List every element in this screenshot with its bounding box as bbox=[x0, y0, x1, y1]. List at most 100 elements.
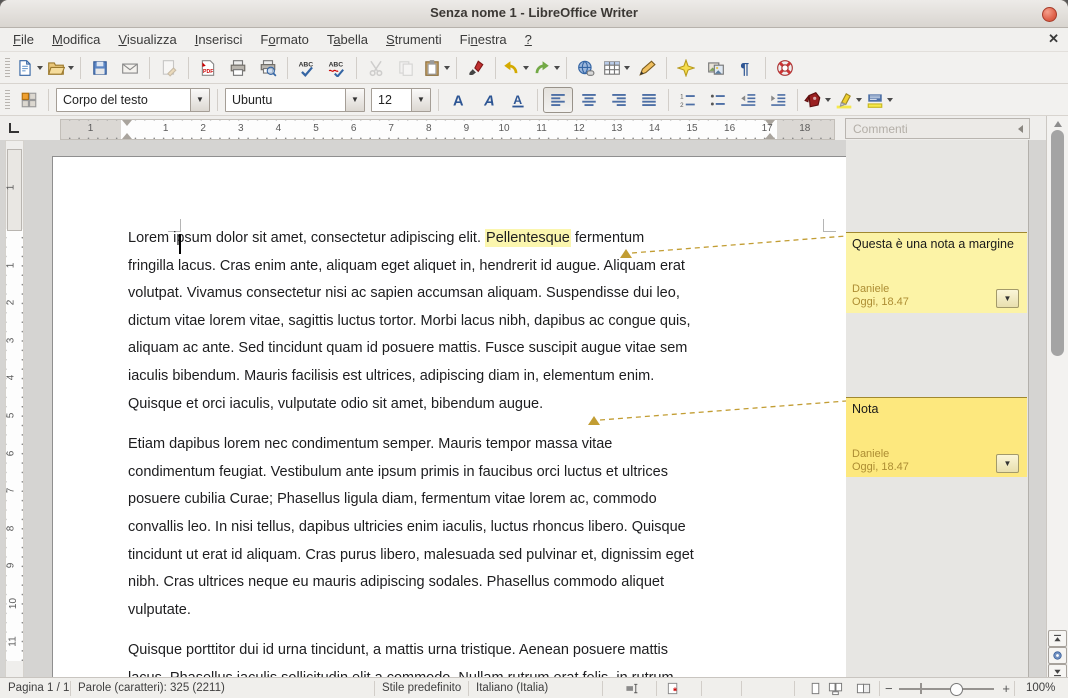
comment-menu-button[interactable]: ▼ bbox=[996, 289, 1019, 308]
multi-page-view-icon[interactable] bbox=[828, 681, 843, 696]
page-style-status[interactable]: Stile predefinito bbox=[382, 682, 461, 694]
left-indent-marker[interactable] bbox=[122, 120, 133, 139]
navigator-button[interactable] bbox=[672, 56, 700, 80]
menu-file[interactable]: File bbox=[4, 28, 43, 51]
insert-mode-icon[interactable] bbox=[625, 681, 640, 696]
combo-dropdown-icon[interactable]: ▼ bbox=[345, 89, 364, 111]
dropdown-arrow-icon[interactable] bbox=[554, 66, 560, 70]
paragraph-style-value[interactable]: Corpo del testo bbox=[57, 93, 190, 107]
help-button[interactable] bbox=[771, 56, 799, 80]
word-count-status[interactable]: Parole (caratteri): 325 (2211) bbox=[78, 682, 225, 694]
dropdown-arrow-icon[interactable] bbox=[825, 98, 831, 102]
previous-page-button[interactable] bbox=[1048, 630, 1067, 647]
page-count-status[interactable]: Pagina 1 / 1 bbox=[8, 682, 69, 694]
undo-button[interactable] bbox=[501, 56, 530, 80]
zoom-out-icon[interactable]: − bbox=[885, 681, 893, 696]
dropdown-arrow-icon[interactable] bbox=[37, 66, 43, 70]
highlighting-button[interactable] bbox=[834, 88, 863, 112]
hyperlink-button[interactable] bbox=[572, 56, 600, 80]
vertical-ruler[interactable]: 11234567891011 bbox=[5, 140, 24, 677]
font-color-button[interactable] bbox=[803, 88, 832, 112]
navigation-button[interactable] bbox=[1048, 647, 1067, 664]
draw-functions-button[interactable] bbox=[633, 56, 661, 80]
margin-comment[interactable]: Questa è una nota a margineDanieleOggi, … bbox=[846, 232, 1027, 313]
paragraph-style-combo[interactable]: Corpo del testo ▼ bbox=[56, 88, 210, 112]
language-status[interactable]: Italiano (Italia) bbox=[476, 682, 548, 694]
zoom-percent-status[interactable]: 100% bbox=[1026, 682, 1055, 694]
combo-dropdown-icon[interactable]: ▼ bbox=[411, 89, 430, 111]
menu-finestra[interactable]: Finestra bbox=[451, 28, 516, 51]
dropdown-arrow-icon[interactable] bbox=[856, 98, 862, 102]
font-size-combo[interactable]: 12 ▼ bbox=[371, 88, 431, 112]
comment-menu-button[interactable]: ▼ bbox=[996, 454, 1019, 473]
print-button[interactable] bbox=[224, 56, 252, 80]
close-window-icon[interactable] bbox=[1042, 7, 1057, 22]
numbered-list-button[interactable]: 12 bbox=[674, 88, 702, 112]
close-document-icon[interactable]: ✕ bbox=[1048, 31, 1059, 47]
align-left-button[interactable] bbox=[543, 87, 573, 113]
paragraph-background-button[interactable] bbox=[865, 88, 894, 112]
font-name-combo[interactable]: Ubuntu ▼ bbox=[225, 88, 365, 112]
zoom-slider[interactable]: − + bbox=[885, 678, 1010, 698]
dropdown-arrow-icon[interactable] bbox=[444, 66, 450, 70]
align-right-button[interactable] bbox=[605, 88, 633, 112]
menu-inserisci[interactable]: Inserisci bbox=[186, 28, 252, 51]
font-name-value[interactable]: Ubuntu bbox=[226, 93, 345, 107]
dropdown-arrow-icon[interactable] bbox=[624, 66, 630, 70]
underline-button[interactable]: A bbox=[504, 88, 532, 112]
export-pdf-button[interactable]: PDF bbox=[194, 56, 222, 80]
margin-comment[interactable]: NotaDanieleOggi, 18.47▼ bbox=[846, 397, 1027, 477]
scrollbar-thumb[interactable] bbox=[1051, 130, 1064, 356]
tab-stop-selector[interactable] bbox=[6, 120, 21, 135]
vertical-scrollbar[interactable] bbox=[1046, 116, 1068, 677]
save-button[interactable] bbox=[86, 56, 114, 80]
menu-visualizza[interactable]: Visualizza bbox=[109, 28, 185, 51]
zoom-track[interactable] bbox=[899, 688, 994, 690]
collapse-comments-icon[interactable] bbox=[1018, 125, 1023, 133]
menu-tabella[interactable]: Tabella bbox=[318, 28, 377, 51]
scroll-up-icon[interactable] bbox=[1054, 121, 1062, 127]
justify-button[interactable] bbox=[635, 88, 663, 112]
single-page-view-icon[interactable] bbox=[808, 681, 823, 696]
document-modified-icon[interactable]: * bbox=[666, 681, 681, 696]
title-bar[interactable]: Senza nome 1 - LibreOffice Writer bbox=[0, 0, 1068, 28]
comments-ruler-button[interactable]: Commenti bbox=[845, 118, 1030, 139]
decrease-indent-button[interactable] bbox=[734, 88, 762, 112]
menu-formato[interactable]: Formato bbox=[251, 28, 317, 51]
document-page[interactable]: Lorem ipsum dolor sit amet, consectetur … bbox=[52, 156, 847, 677]
formatting-marks-button[interactable]: ¶ bbox=[732, 56, 760, 80]
gallery-button[interactable] bbox=[702, 56, 730, 80]
open-button[interactable] bbox=[46, 56, 75, 80]
align-center-button[interactable] bbox=[575, 88, 603, 112]
redo-button[interactable] bbox=[532, 56, 561, 80]
book-view-icon[interactable] bbox=[856, 681, 871, 696]
toolbar-grip[interactable] bbox=[5, 90, 10, 110]
dropdown-arrow-icon[interactable] bbox=[68, 66, 74, 70]
auto-spellcheck-button[interactable]: ABC bbox=[323, 56, 351, 80]
table-button[interactable] bbox=[602, 56, 631, 80]
menu-help[interactable]: ? bbox=[516, 28, 541, 51]
email-document-button[interactable] bbox=[116, 56, 144, 80]
paste-button[interactable] bbox=[422, 56, 451, 80]
increase-indent-button[interactable] bbox=[764, 88, 792, 112]
comment-text[interactable]: Questa è una nota a margine bbox=[852, 237, 1021, 251]
bullet-list-button[interactable] bbox=[704, 88, 732, 112]
document-text[interactable]: Lorem ipsum dolor sit amet, consectetur … bbox=[128, 225, 788, 677]
bold-button[interactable]: A bbox=[444, 88, 472, 112]
comment-text[interactable]: Nota bbox=[852, 402, 1021, 416]
toolbar-grip[interactable] bbox=[5, 58, 10, 78]
clone-formatting-button[interactable] bbox=[462, 56, 490, 80]
print-preview-button[interactable] bbox=[254, 56, 282, 80]
dropdown-arrow-icon[interactable] bbox=[887, 98, 893, 102]
zoom-handle[interactable] bbox=[950, 683, 963, 696]
menu-strumenti[interactable]: Strumenti bbox=[377, 28, 451, 51]
styles-panel-button[interactable] bbox=[15, 88, 43, 112]
menu-modifica[interactable]: Modifica bbox=[43, 28, 109, 51]
spelling-button[interactable]: ABC bbox=[293, 56, 321, 80]
italic-button[interactable]: A bbox=[474, 88, 502, 112]
zoom-in-icon[interactable]: + bbox=[1002, 681, 1010, 696]
horizontal-ruler[interactable]: 1123456789101112131415161718 bbox=[60, 119, 835, 140]
dropdown-arrow-icon[interactable] bbox=[523, 66, 529, 70]
combo-dropdown-icon[interactable]: ▼ bbox=[190, 89, 209, 111]
font-size-value[interactable]: 12 bbox=[372, 93, 411, 107]
